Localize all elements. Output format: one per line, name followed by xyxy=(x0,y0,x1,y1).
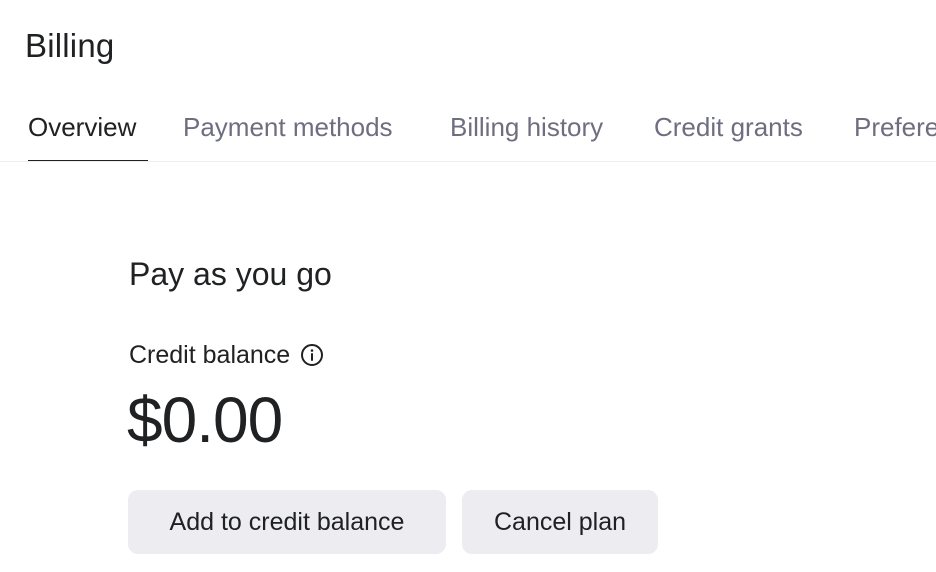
cancel-plan-button[interactable]: Cancel plan xyxy=(462,490,658,554)
tab-preferences[interactable]: Preferences xyxy=(854,100,936,161)
tab-payment-methods[interactable]: Payment methods xyxy=(183,100,393,161)
tab-credit-grants[interactable]: Credit grants xyxy=(654,100,803,161)
billing-page: Billing Overview Payment methods Billing… xyxy=(0,0,936,572)
add-credit-balance-button[interactable]: Add to credit balance xyxy=(128,490,446,554)
billing-tabs: Overview Payment methods Billing history… xyxy=(0,100,936,162)
plan-title: Pay as you go xyxy=(129,256,332,292)
credit-balance-value: $0.00 xyxy=(127,384,283,456)
credit-balance-label: Credit balance xyxy=(129,341,291,369)
info-circle-icon[interactable] xyxy=(300,343,324,367)
tab-billing-history[interactable]: Billing history xyxy=(450,100,603,161)
credit-balance-label-row: Credit balance xyxy=(129,338,324,372)
page-title: Billing xyxy=(25,27,115,64)
tab-overview[interactable]: Overview xyxy=(28,100,148,161)
